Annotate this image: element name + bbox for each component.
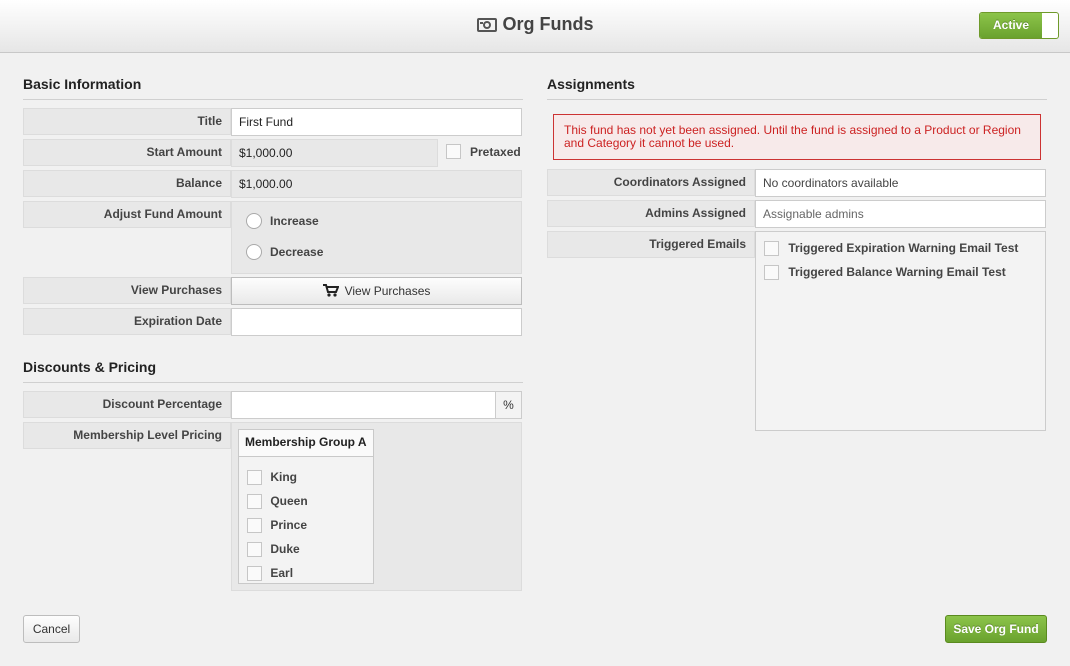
level-checkbox[interactable]: [247, 470, 262, 486]
assignments-heading: Assignments: [547, 76, 1047, 100]
expiration-date-label: Expiration Date: [23, 308, 231, 335]
cart-icon: [322, 284, 340, 297]
view-purchases-button[interactable]: View Purchases: [231, 277, 522, 305]
adjust-fund-label: Adjust Fund Amount: [23, 201, 231, 228]
level-checkbox[interactable]: [247, 542, 262, 558]
view-purchases-label: View Purchases: [23, 277, 231, 304]
admins-input[interactable]: Assignable admins: [755, 200, 1046, 228]
email-label: Triggered Balance Warning Email Test: [788, 265, 1006, 279]
discounts-pricing-heading: Discounts & Pricing: [23, 359, 523, 383]
page-title: Org Funds: [0, 14, 1070, 35]
discount-percentage-input[interactable]: [231, 391, 496, 419]
level-checkbox[interactable]: [247, 494, 262, 510]
membership-level-pricing-label: Membership Level Pricing: [23, 422, 231, 449]
start-amount-label: Start Amount: [23, 139, 231, 166]
increase-label: Increase: [270, 214, 319, 228]
membership-group-title: Membership Group A: [239, 430, 373, 457]
level-label: Queen: [270, 494, 308, 508]
page-title-text: Org Funds: [502, 14, 594, 34]
coordinators-select[interactable]: No coordinators available: [755, 169, 1046, 197]
active-toggle[interactable]: Active: [979, 12, 1059, 39]
level-item-duke[interactable]: Duke: [247, 542, 300, 558]
unassigned-alert: This fund has not yet been assigned. Unt…: [553, 114, 1041, 160]
title-input[interactable]: First Fund: [231, 108, 522, 136]
percent-addon: %: [495, 391, 522, 419]
start-amount-value: $1,000.00: [231, 139, 438, 167]
cancel-button[interactable]: Cancel: [23, 615, 80, 643]
money-icon: [476, 18, 497, 32]
email-label: Triggered Expiration Warning Email Test: [788, 241, 1019, 255]
email-item-balance[interactable]: Triggered Balance Warning Email Test: [764, 265, 1006, 281]
triggered-emails-list: Triggered Expiration Warning Email Test …: [755, 231, 1046, 431]
level-item-earl[interactable]: Earl: [247, 566, 294, 582]
membership-group-card: Membership Group A King Queen Prince Duk…: [238, 429, 374, 584]
view-purchases-button-label: View Purchases: [344, 284, 431, 298]
expiration-date-input[interactable]: [231, 308, 522, 336]
level-label: Prince: [270, 518, 308, 532]
coordinators-assigned-label: Coordinators Assigned: [547, 169, 755, 196]
save-org-fund-button[interactable]: Save Org Fund: [945, 615, 1047, 643]
pretaxed-label: Pretaxed: [470, 145, 521, 159]
increase-radio[interactable]: [246, 213, 262, 229]
email-item-expiration[interactable]: Triggered Expiration Warning Email Test: [764, 241, 1019, 257]
pretaxed-checkbox[interactable]: [446, 144, 461, 159]
admins-assigned-label: Admins Assigned: [547, 200, 755, 227]
email-checkbox[interactable]: [764, 241, 779, 257]
level-label: Earl: [270, 566, 294, 580]
level-label: King: [270, 470, 298, 484]
level-checkbox[interactable]: [247, 566, 262, 582]
level-item-prince[interactable]: Prince: [247, 518, 308, 534]
level-item-king[interactable]: King: [247, 470, 298, 486]
page-header: Org Funds Active: [0, 0, 1070, 53]
level-label: Duke: [270, 542, 300, 556]
level-checkbox[interactable]: [247, 518, 262, 534]
title-label: Title: [23, 108, 231, 135]
email-checkbox[interactable]: [764, 265, 779, 281]
membership-pricing-box: Membership Group A King Queen Prince Duk…: [231, 422, 522, 591]
balance-value: $1,000.00: [231, 170, 522, 198]
discount-percentage-label: Discount Percentage: [23, 391, 231, 418]
balance-label: Balance: [23, 170, 231, 197]
adjust-fund-options: Increase Decrease: [231, 201, 522, 274]
basic-information-heading: Basic Information: [23, 76, 523, 100]
decrease-radio[interactable]: [246, 244, 262, 260]
decrease-label: Decrease: [270, 245, 324, 259]
level-item-queen[interactable]: Queen: [247, 494, 308, 510]
active-toggle-label: Active: [980, 13, 1042, 38]
triggered-emails-label: Triggered Emails: [547, 231, 755, 258]
